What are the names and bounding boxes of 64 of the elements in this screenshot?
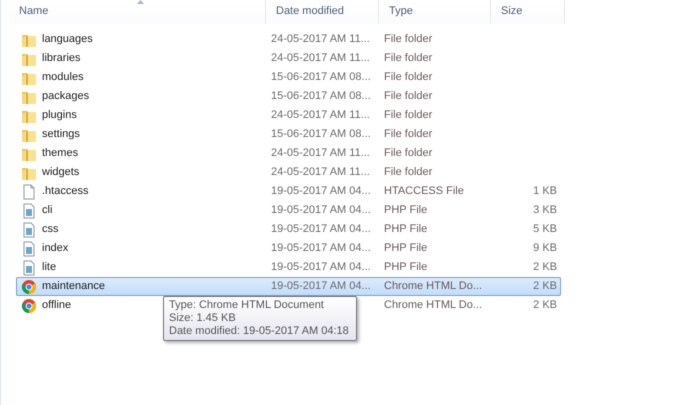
- document-icon: [21, 260, 37, 276]
- file-name[interactable]: maintenance: [42, 278, 105, 295]
- size-text: 2 KB: [532, 260, 558, 276]
- column-header[interactable]: Name: [9, 0, 266, 24]
- file-name[interactable]: cli: [42, 202, 52, 219]
- type-text: PHP File: [383, 260, 428, 276]
- date-text: 19-05-2017 AM 04...: [270, 260, 372, 276]
- selected-row[interactable]: maintenance 19-05-2017 AM 04... Chrome HTML Do... 2 KB: [16, 277, 561, 296]
- date-text: 19-05-2017 AM 04...: [270, 184, 372, 200]
- file-name[interactable]: plugins: [42, 107, 77, 124]
- tooltip: Type: Chrome HTML Document Size: 1.45 KB Date modified: 19-05-2017 AM 04:18: [163, 296, 357, 341]
- type-text: File folder: [383, 127, 434, 142]
- file-name[interactable]: lite: [42, 259, 56, 276]
- column-header[interactable]: Type: [379, 0, 491, 24]
- file-name[interactable]: libraries: [42, 50, 81, 67]
- date-text: 19-05-2017 AM 04...: [270, 279, 372, 294]
- type-text: File folder: [383, 146, 434, 162]
- type-text: File folder: [383, 165, 434, 180]
- type-text: PHP File: [383, 203, 428, 218]
- type-text: Chrome HTML Do...: [383, 279, 484, 294]
- document-icon: [21, 222, 37, 238]
- type-text: Chrome HTML Do...: [383, 298, 484, 314]
- size-text: 5 KB: [532, 222, 558, 238]
- file-name[interactable]: settings: [42, 126, 80, 143]
- date-text: 19-05-2017 AM 04...: [270, 203, 372, 218]
- type-text: PHP File: [383, 241, 428, 256]
- size-text: 2 KB: [532, 279, 558, 294]
- document-icon: [21, 240, 37, 256]
- file-name[interactable]: .htaccess: [42, 183, 88, 200]
- date-text: 19-05-2017 AM 04...: [270, 241, 372, 256]
- file-name[interactable]: themes: [42, 145, 78, 162]
- type-text: File folder: [383, 70, 434, 86]
- size-text: 2 KB: [532, 298, 558, 314]
- size-text: 3 KB: [532, 203, 558, 218]
- date-text: 24-05-2017 AM 11...: [270, 146, 371, 162]
- date-text: 15-06-2017 AM 08...: [270, 89, 372, 104]
- file-name[interactable]: css: [42, 221, 58, 238]
- type-text: File folder: [383, 32, 434, 48]
- date-text: 19-05-2017 AM 04...: [270, 222, 372, 238]
- column-header[interactable]: Size: [491, 0, 565, 24]
- date-text: 24-05-2017 AM 11...: [270, 32, 371, 48]
- size-text: 9 KB: [532, 241, 558, 256]
- file-name[interactable]: modules: [42, 69, 84, 86]
- type-text: File folder: [383, 51, 434, 66]
- file-name[interactable]: languages: [42, 31, 93, 48]
- file-name[interactable]: packages: [42, 88, 90, 105]
- chrome-icon: [21, 298, 37, 314]
- file-name[interactable]: widgets: [42, 164, 80, 181]
- document-icon: [21, 202, 37, 218]
- type-text: PHP File: [383, 222, 428, 238]
- document-icon: [21, 184, 37, 200]
- type-text: File folder: [383, 89, 434, 104]
- size-text: 1 KB: [532, 184, 558, 200]
- type-text: File folder: [383, 108, 434, 124]
- date-text: 24-05-2017 AM 11...: [270, 108, 371, 124]
- file-name[interactable]: index: [42, 240, 68, 257]
- date-text: 15-06-2017 AM 08...: [270, 70, 372, 86]
- date-text: 15-06-2017 AM 08...: [270, 127, 372, 142]
- date-text: 24-05-2017 AM 11...: [270, 165, 371, 180]
- type-text: HTACCESS File: [383, 184, 465, 200]
- column-header[interactable]: Date modified: [266, 0, 379, 24]
- chrome-icon: [21, 278, 37, 294]
- file-name[interactable]: offline: [42, 297, 72, 314]
- date-text: 24-05-2017 AM 11...: [270, 51, 371, 66]
